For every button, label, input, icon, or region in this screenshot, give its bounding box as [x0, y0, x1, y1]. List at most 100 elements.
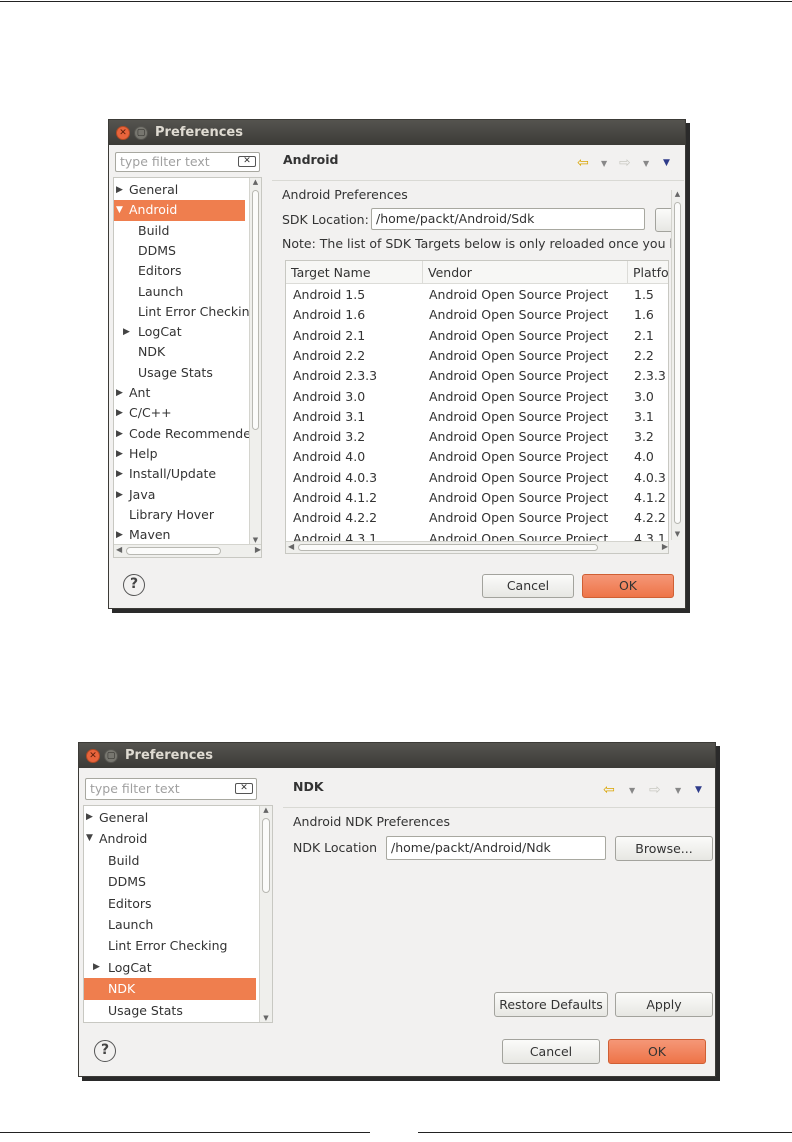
help-icon[interactable]: ?	[94, 1040, 116, 1062]
tree-item[interactable]: Usage Stats	[84, 1000, 256, 1021]
back-dropdown-icon[interactable]: ▼	[629, 786, 635, 795]
tree-item[interactable]: ▼ Android	[114, 200, 245, 221]
expand-arrow-icon[interactable]: ▶	[116, 403, 123, 423]
column-header-vendor[interactable]: Vendor	[423, 261, 628, 284]
table-row[interactable]: Android 4.0 Android Open Source Project 4.…	[286, 447, 668, 467]
tree-item[interactable]: Editors	[114, 261, 245, 281]
expand-arrow-icon[interactable]: ▶	[86, 807, 93, 828]
back-arrow-icon[interactable]: ⇦	[603, 782, 615, 798]
tree-item[interactable]: Launch	[84, 914, 256, 935]
tree-item[interactable]: ▶ Code Recommenders	[114, 424, 261, 444]
expand-arrow-icon[interactable]: ▶	[116, 383, 123, 403]
expand-arrow-icon[interactable]: ▶	[116, 180, 123, 200]
ok-button[interactable]: OK	[582, 574, 674, 598]
table-row[interactable]: Android 3.1 Android Open Source Project 3.…	[286, 407, 668, 427]
clear-filter-icon[interactable]: ✕	[238, 156, 256, 167]
scroll-right-icon[interactable]: ▶	[662, 542, 668, 551]
ndk-location-field[interactable]: /home/packt/Android/Ndk	[386, 836, 606, 860]
tree-item[interactable]: DDMS	[114, 241, 245, 261]
table-row[interactable]: Android 4.2.2 Android Open Source Project…	[286, 508, 668, 528]
view-menu-icon[interactable]: ▼	[663, 158, 670, 168]
collapse-arrow-icon[interactable]: ▼	[116, 200, 123, 220]
clear-filter-icon[interactable]: ✕	[235, 783, 253, 794]
browse-button[interactable]: Browse...	[615, 836, 713, 861]
scroll-down-icon[interactable]: ▼	[672, 530, 683, 540]
column-header-target-name[interactable]: Target Name	[286, 261, 423, 284]
table-row[interactable]: Android 2.1 Android Open Source Project 2.…	[286, 326, 668, 346]
tree-item[interactable]: Build	[84, 850, 256, 871]
tree-item[interactable]: ▶ LogCat	[114, 322, 245, 342]
tree-item[interactable]: Build	[114, 221, 245, 241]
tree-item[interactable]: ▶ Ant	[114, 383, 245, 403]
expand-arrow-icon[interactable]: ▶	[116, 464, 123, 484]
scroll-up-icon[interactable]: ▲	[672, 190, 683, 200]
scroll-thumb[interactable]	[262, 818, 270, 893]
scroll-thumb[interactable]	[252, 190, 259, 430]
cancel-button[interactable]: Cancel	[502, 1039, 600, 1064]
collapse-arrow-icon[interactable]: ▼	[86, 828, 93, 849]
scroll-right-icon[interactable]: ▶	[255, 545, 261, 554]
ok-button[interactable]: OK	[608, 1039, 706, 1064]
close-icon[interactable]: ✕	[116, 126, 130, 140]
scroll-thumb[interactable]	[674, 202, 681, 524]
table-row[interactable]: Android 3.2 Android Open Source Project 3.…	[286, 427, 668, 447]
h-scroll-thumb[interactable]	[298, 544, 598, 551]
panel-vertical-scrollbar[interactable]: ▲ ▼	[671, 190, 683, 540]
tree-item[interactable]: Launch	[114, 282, 245, 302]
apply-button[interactable]: Apply	[615, 992, 713, 1017]
table-row[interactable]: Android 4.1.2 Android Open Source Project…	[286, 488, 668, 508]
table-row[interactable]: Android 1.6 Android Open Source Project 1.…	[286, 305, 668, 325]
tree-item[interactable]: Editors	[84, 893, 256, 914]
tree-item[interactable]: Library Hover	[114, 505, 245, 525]
tree-item[interactable]: NDK	[84, 978, 256, 1000]
back-arrow-icon[interactable]: ⇦	[577, 155, 589, 171]
scroll-up-icon[interactable]: ▲	[260, 806, 272, 816]
filter-input[interactable]: type filter text ✕	[115, 152, 260, 172]
tree-item[interactable]: ▶ C/C++	[114, 403, 245, 423]
expand-arrow-icon[interactable]: ▶	[116, 444, 123, 464]
tree-item[interactable]: Lint Error Checking	[114, 302, 257, 322]
table-row[interactable]: Android 2.3.3 Android Open Source Project…	[286, 366, 668, 386]
tree-item[interactable]: DDMS	[84, 871, 256, 892]
tree-item[interactable]: ▶ General	[114, 180, 245, 200]
scroll-up-icon[interactable]: ▲	[250, 178, 261, 188]
sdk-location-field[interactable]: /home/packt/Android/Sdk	[371, 208, 645, 230]
restore-defaults-button[interactable]: Restore Defaults	[494, 992, 608, 1017]
expand-arrow-icon[interactable]: ▶	[116, 424, 123, 444]
column-header-platform[interactable]: Platfo	[628, 261, 668, 284]
expand-arrow-icon[interactable]: ▶	[116, 525, 123, 545]
tree-horizontal-scrollbar[interactable]: ◀ ▶	[114, 544, 261, 557]
tree-vertical-scrollbar[interactable]: ▲ ▼	[249, 178, 261, 546]
expand-arrow-icon[interactable]: ▶	[93, 957, 100, 978]
tree-item[interactable]: ▶ Java	[114, 485, 245, 505]
h-scroll-thumb[interactable]	[126, 547, 221, 555]
scroll-down-icon[interactable]: ▼	[260, 1014, 272, 1022]
scroll-left-icon[interactable]: ◀	[116, 545, 122, 554]
tree-item[interactable]: ▼ Android	[84, 828, 256, 849]
table-row[interactable]: Android 3.0 Android Open Source Project 3.…	[286, 387, 668, 407]
tree-item[interactable]: ▶ Install/Update	[114, 464, 245, 484]
back-dropdown-icon[interactable]: ▼	[601, 159, 607, 168]
tree-item[interactable]: Lint Error Checking	[84, 935, 256, 956]
expand-arrow-icon[interactable]: ▶	[116, 485, 123, 505]
tree-item[interactable]: ▶ General	[84, 807, 256, 828]
scroll-left-icon[interactable]: ◀	[288, 542, 294, 551]
maximize-icon[interactable]: ▢	[134, 126, 148, 140]
close-icon[interactable]: ✕	[86, 749, 100, 763]
tree-item[interactable]: NDK	[114, 342, 245, 362]
table-row[interactable]: Android 2.2 Android Open Source Project 2.…	[286, 346, 668, 366]
help-icon[interactable]: ?	[123, 574, 145, 596]
table-horizontal-scrollbar[interactable]: ◀ ▶	[286, 541, 668, 553]
tree-item[interactable]: ▶ Help	[114, 444, 245, 464]
table-row[interactable]: Android 1.5 Android Open Source Project 1.…	[286, 285, 668, 305]
expand-arrow-icon[interactable]: ▶	[123, 322, 130, 342]
tree-item[interactable]: ▶ LogCat	[84, 957, 256, 978]
cancel-button[interactable]: Cancel	[482, 574, 574, 598]
tree-item[interactable]: Usage Stats	[114, 363, 245, 383]
tree-item[interactable]: ▶ Maven	[114, 525, 245, 545]
table-row[interactable]: Android 4.0.3 Android Open Source Project…	[286, 468, 668, 488]
tree-vertical-scrollbar[interactable]: ▲ ▼	[259, 806, 272, 1022]
view-menu-icon[interactable]: ▼	[695, 785, 702, 795]
filter-input[interactable]: type filter text ✕	[85, 778, 257, 800]
maximize-icon[interactable]: ▢	[104, 749, 118, 763]
